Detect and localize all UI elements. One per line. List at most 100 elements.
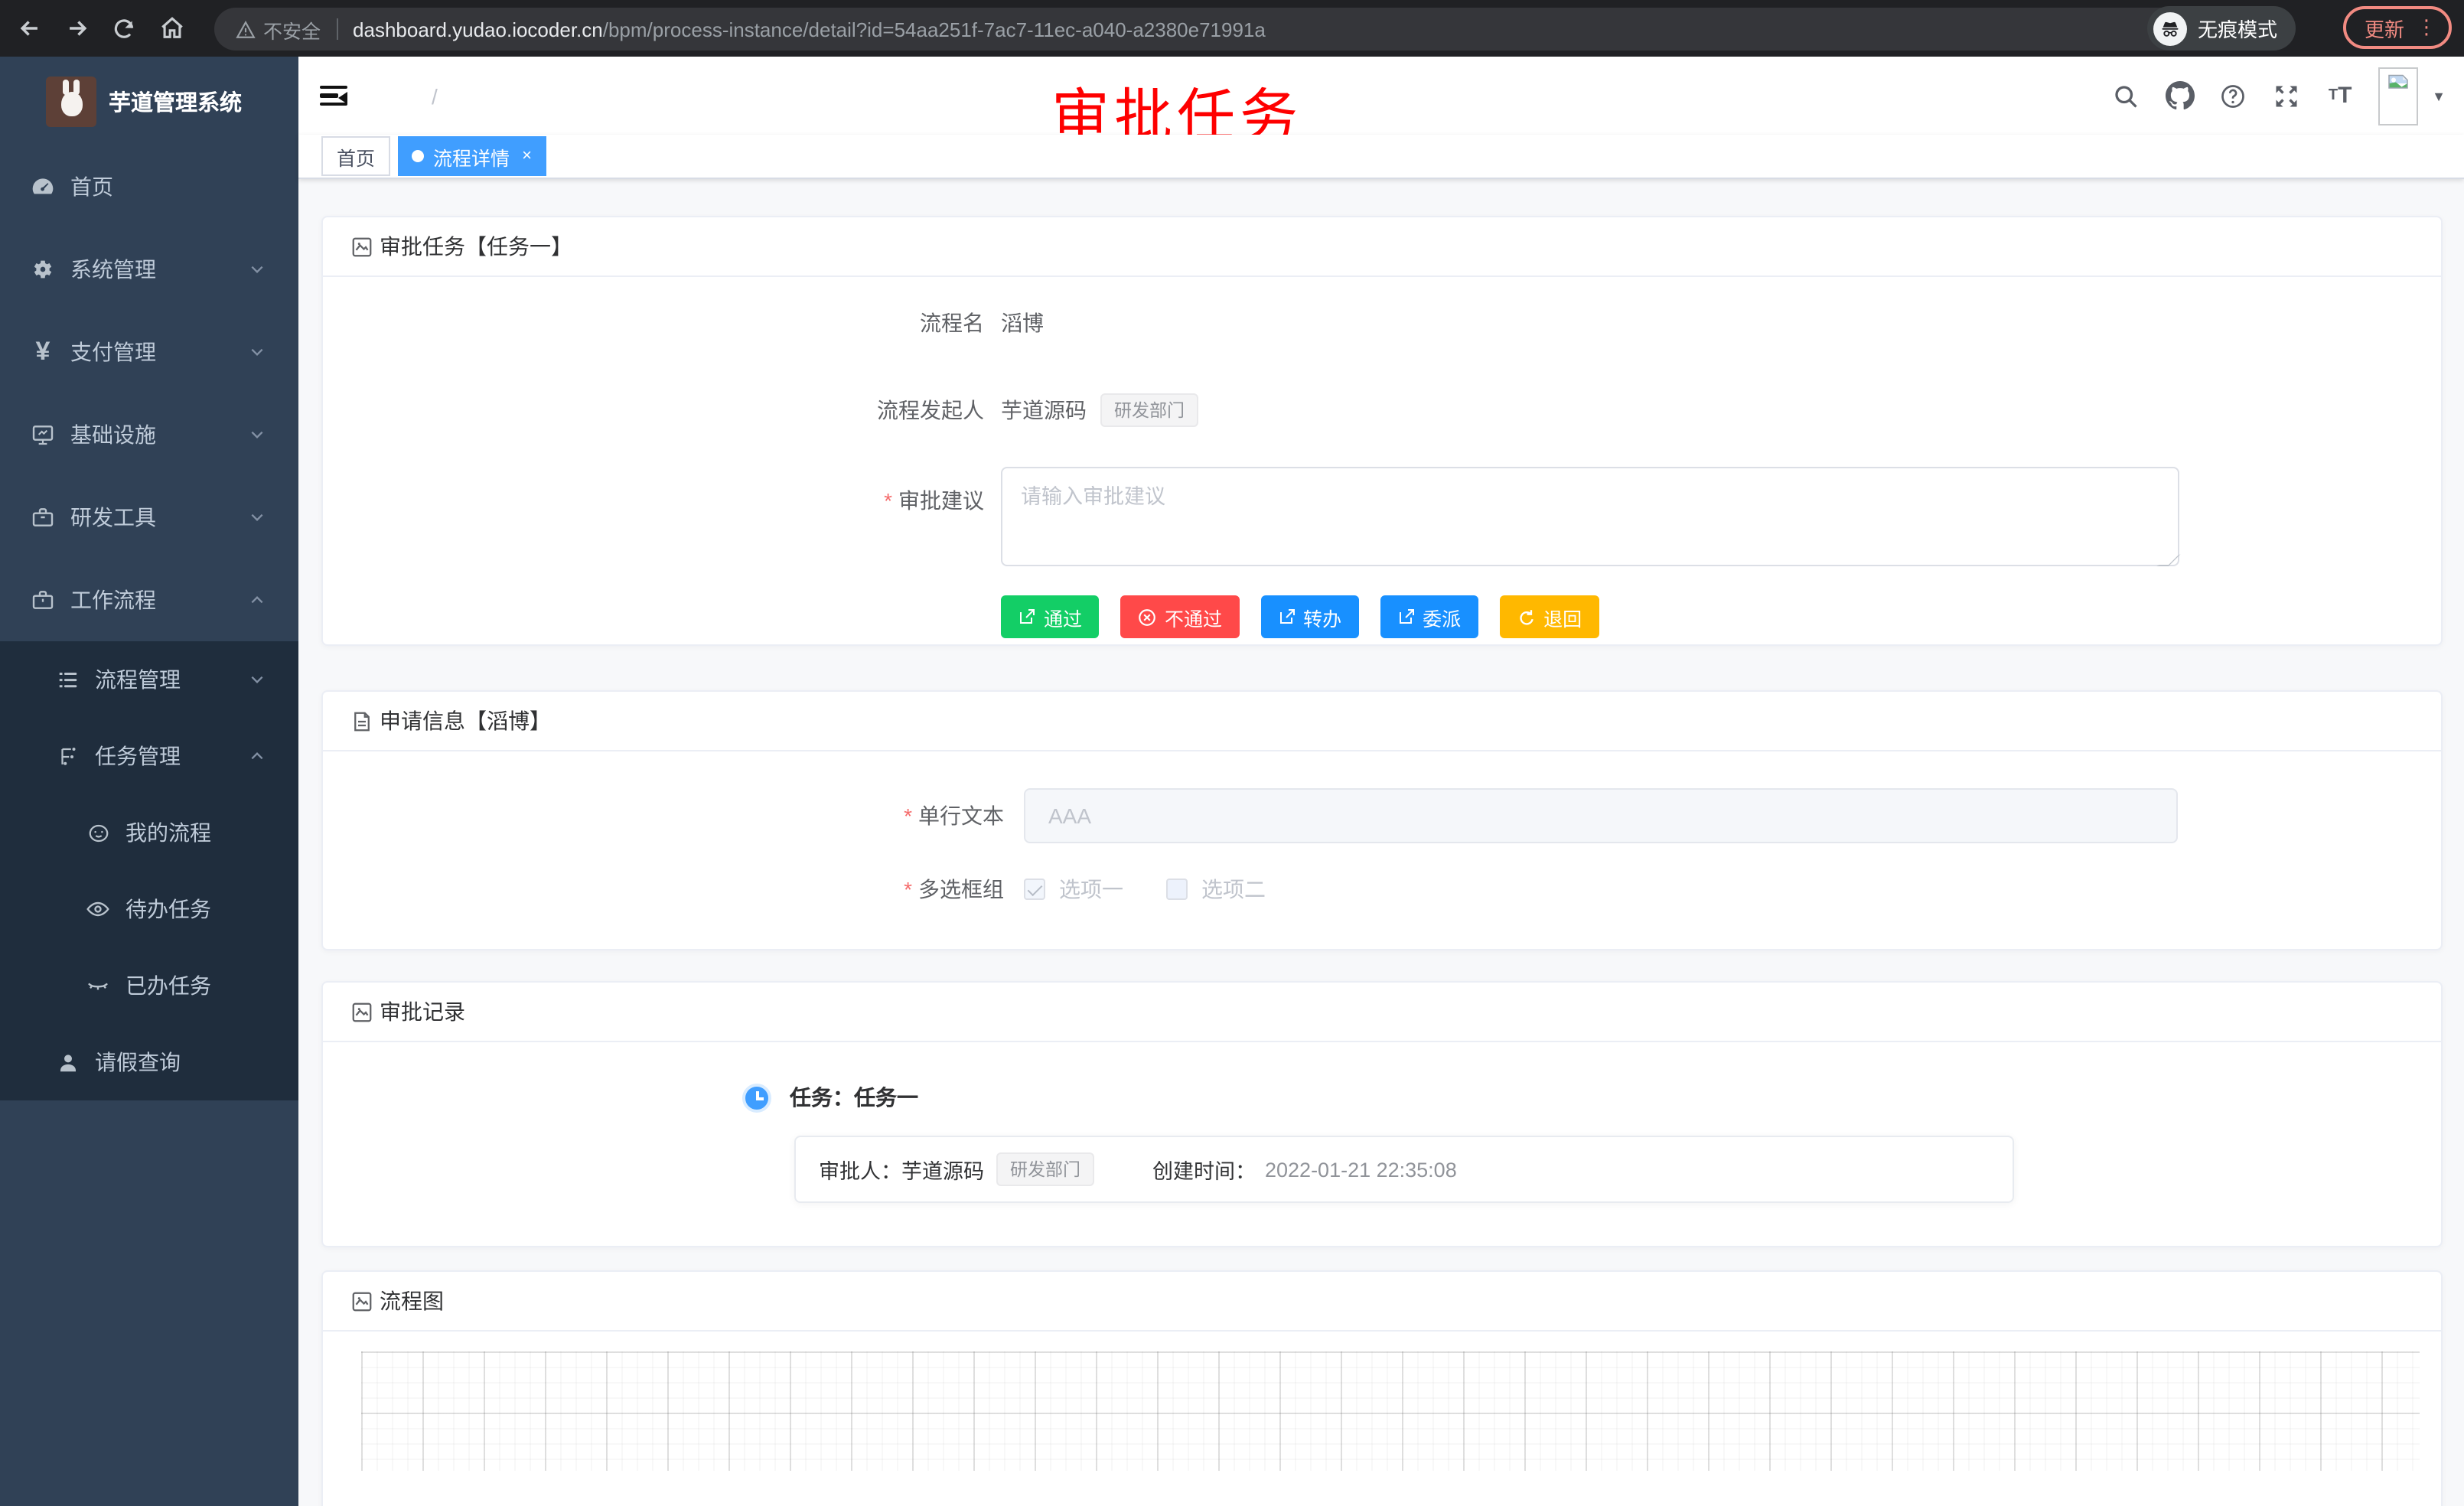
approval-task-card: 审批任务【任务一】 流程名 滔博 流程发起人 芋道源码 研发部门 — [321, 216, 2443, 646]
sidebar-item-home[interactable]: 首页 — [0, 145, 298, 228]
edit-icon — [1018, 608, 1036, 626]
picture-icon — [350, 1289, 373, 1312]
tab-home[interactable]: 首页 — [321, 136, 390, 176]
initiator-row: 流程发起人 芋道源码 研发部门 — [323, 393, 2441, 427]
sidebar-item-leave-query[interactable]: 请假查询 — [0, 1024, 298, 1100]
transfer-button[interactable]: 转办 — [1260, 595, 1358, 638]
top-navbar: 首页 / 流程详情 审批任务 — [298, 57, 2464, 135]
sidebar-item-label: 待办任务 — [125, 894, 211, 924]
sidebar-item-devtools[interactable]: 研发工具 — [0, 476, 298, 559]
checkbox-option-1: 选项一 — [1024, 874, 1123, 905]
back-icon[interactable] — [11, 10, 47, 47]
update-button[interactable]: 更新 ⋮ — [2343, 6, 2452, 49]
browser-menu-icon[interactable]: ⋮ — [2417, 15, 2436, 40]
logo-avatar — [46, 76, 96, 126]
incognito-label: 无痕模式 — [2198, 14, 2277, 43]
font-size-icon[interactable]: TT — [2325, 80, 2355, 111]
url-path: /bpm/process-instance/detail?id=54aa251f… — [603, 18, 1266, 41]
sidebar-item-task-mgmt[interactable]: 任务管理 — [0, 718, 298, 794]
search-icon[interactable] — [2110, 80, 2141, 111]
dashboard-icon — [31, 174, 55, 199]
document-icon — [350, 709, 373, 732]
card-title: 流程图 — [380, 1286, 444, 1316]
timeline: 任务：任务一 审批人： 芋道源码 研发部门 创建时间： 2022-01-21 2… — [323, 1042, 2441, 1203]
security-label: 不安全 — [263, 15, 321, 44]
page-content: 审批任务【任务一】 流程名 滔博 流程发起人 芋道源码 研发部门 — [298, 179, 2464, 1506]
list-icon — [55, 667, 80, 692]
warning-icon — [236, 19, 256, 39]
picture-icon — [350, 1000, 373, 1023]
tab-label: 首页 — [337, 142, 375, 171]
field-label: 审批建议 — [323, 467, 984, 516]
help-icon[interactable] — [2218, 80, 2248, 111]
sidebar-item-label: 请假查询 — [95, 1047, 181, 1077]
sidebar-item-pay[interactable]: ¥ 支付管理 — [0, 311, 298, 393]
card-title: 审批记录 — [380, 996, 465, 1027]
sidebar-item-label: 流程管理 — [95, 664, 181, 695]
monitor-icon — [31, 422, 55, 447]
dept-tag: 研发部门 — [996, 1152, 1094, 1186]
reload-icon[interactable] — [106, 10, 142, 47]
sidebar: 芋道管理系统 首页 系统管理 ¥ 支付管理 — [0, 57, 298, 1506]
card-header: 流程图 — [323, 1272, 2441, 1332]
record-detail-card: 审批人： 芋道源码 研发部门 创建时间： 2022-01-21 22:35:08 — [794, 1136, 2014, 1203]
avatar[interactable] — [2378, 67, 2418, 125]
sidebar-item-process-mgmt[interactable]: 流程管理 — [0, 641, 298, 718]
checkbox-option-2: 选项二 — [1166, 874, 1266, 905]
bpmn-canvas[interactable] — [361, 1351, 2420, 1471]
apply-info-card: 申请信息【滔博】 单行文本 AAA 多选框组 选项一 — [321, 690, 2443, 950]
caret-down-icon[interactable]: ▼ — [2432, 88, 2446, 103]
process-name-value: 滔博 — [1001, 308, 1044, 338]
eye-icon — [86, 897, 110, 921]
gear-icon — [31, 257, 55, 282]
face-icon — [86, 820, 110, 845]
home-icon[interactable] — [153, 10, 190, 47]
sidebar-item-my-process[interactable]: 我的流程 — [0, 794, 298, 871]
initiator-value: 芋道源码 — [1001, 395, 1087, 425]
checkbox-unchecked-icon — [1166, 878, 1188, 900]
card-title: 申请信息【滔博】 — [380, 706, 551, 736]
chevron-down-icon — [249, 667, 265, 692]
user-icon — [55, 1050, 80, 1074]
sidebar-item-label: 首页 — [70, 171, 113, 202]
return-button[interactable]: 退回 — [1499, 595, 1599, 638]
forward-icon[interactable] — [58, 10, 95, 47]
card-header: 申请信息【滔博】 — [323, 692, 2441, 751]
close-tab-icon[interactable]: × — [522, 147, 532, 165]
chevron-down-icon — [249, 505, 265, 530]
sidebar-item-infra[interactable]: 基础设施 — [0, 393, 298, 476]
created-time: 2022-01-21 22:35:08 — [1265, 1158, 1457, 1181]
approve-button[interactable]: 通过 — [1001, 595, 1099, 638]
collapse-sidebar-icon[interactable] — [320, 85, 347, 106]
sidebar-item-workflow[interactable]: 工作流程 — [0, 559, 298, 641]
edit-icon — [1277, 608, 1296, 626]
text-field-row: 单行文本 AAA — [323, 788, 2441, 843]
sidebar-item-label: 研发工具 — [70, 502, 156, 533]
fullscreen-icon[interactable] — [2271, 80, 2302, 111]
text-input-disabled: AAA — [1024, 788, 2178, 843]
sidebar-item-todo-tasks[interactable]: 待办任务 — [0, 871, 298, 947]
tab-process-detail[interactable]: 流程详情 × — [398, 136, 547, 176]
picture-icon — [350, 235, 373, 258]
flow-diagram-card: 流程图 — [321, 1270, 2443, 1506]
delegate-button[interactable]: 委派 — [1380, 595, 1478, 638]
sidebar-item-done-tasks[interactable]: 已办任务 — [0, 947, 298, 1024]
chevron-down-icon — [249, 257, 265, 282]
security-chip[interactable]: 不安全 — [236, 15, 321, 44]
assignee-value: 芋道源码 — [901, 1154, 984, 1185]
dept-tag: 研发部门 — [1100, 393, 1198, 427]
github-icon[interactable] — [2164, 80, 2195, 111]
browser-chrome: 不安全 dashboard.yudao.iocoder.cn/bpm/proce… — [0, 0, 2464, 57]
active-dot — [412, 150, 424, 162]
comment-textarea[interactable] — [1001, 467, 2179, 566]
chevron-down-icon — [249, 422, 265, 447]
sidebar-item-system[interactable]: 系统管理 — [0, 228, 298, 311]
reject-button[interactable]: 不通过 — [1120, 595, 1239, 638]
card-header: 审批记录 — [323, 983, 2441, 1042]
logo[interactable]: 芋道管理系统 — [0, 57, 298, 145]
checkbox-group-row: 多选框组 选项一 选项二 — [323, 874, 2441, 905]
incognito-icon — [2153, 11, 2187, 45]
update-label: 更新 — [2365, 13, 2404, 42]
field-label: 流程发起人 — [323, 395, 984, 425]
eye-closed-icon — [86, 973, 110, 998]
